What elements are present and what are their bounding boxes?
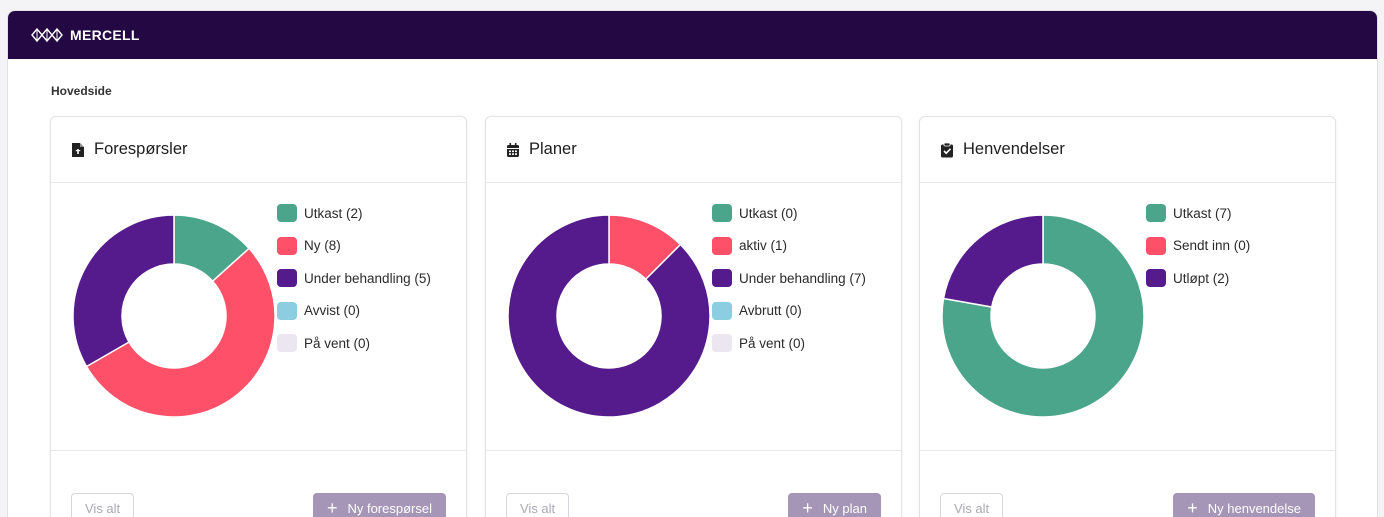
new-request-button[interactable]: + Ny forespørsel (312, 493, 446, 517)
legend-swatch (277, 204, 297, 222)
legend-item[interactable]: Avbrutt (0) (712, 301, 866, 321)
card-title: Planer (529, 140, 577, 158)
file-invoice-icon (72, 142, 84, 157)
legend-item[interactable]: Under behandling (5) (277, 268, 431, 288)
card-henvendelser: Henvendelser Utkast (7) Sendt inn (0) Utlø… (919, 116, 1336, 517)
card-header: Henvendelser (920, 117, 1335, 183)
legend-item[interactable]: Under behandling (7) (712, 268, 866, 288)
legend-swatch (712, 204, 732, 222)
legend-label: Under behandling (5) (304, 270, 431, 286)
card-foresporsler: Forespørsler Utkast (2) Ny (8) Under behan… (50, 116, 467, 517)
legend-swatch (277, 334, 297, 353)
chart-legend: Utkast (0) aktiv (1) Under behandling (7) A… (712, 203, 866, 366)
view-all-button[interactable]: Vis alt (940, 493, 1004, 517)
chart-legend: Utkast (2) Ny (8) Under behandling (5) Avvi… (277, 203, 431, 366)
brand-name[interactable]: MERCELL (70, 27, 140, 43)
legend-label: Utkast (0) (739, 205, 798, 221)
legend-label: Sendt inn (0) (1173, 238, 1251, 254)
legend-label: Utkast (7) (1173, 205, 1232, 221)
plus-icon: + (326, 498, 338, 517)
legend-swatch (277, 301, 297, 320)
legend-label: Ny (8) (304, 238, 341, 254)
legend-label: På vent (0) (739, 335, 806, 351)
card-title: Forespørsler (94, 140, 188, 158)
card-body: Utkast (2) Ny (8) Under behandling (5) Avvi… (51, 183, 466, 451)
legend-swatch (1146, 236, 1166, 255)
clipboard-check-icon (941, 142, 953, 157)
mercell-logo-icon[interactable] (30, 27, 64, 43)
legend-item[interactable]: Utkast (7) (1146, 203, 1250, 223)
app-window: MERCELL Hovedside Forespørsler Utkast (2… (7, 10, 1378, 517)
legend-item[interactable]: Ny (8) (277, 236, 431, 256)
view-all-label: Vis alt (520, 500, 556, 516)
legend-swatch (277, 269, 297, 288)
legend-item[interactable]: Utkast (2) (277, 203, 431, 223)
legend-item[interactable]: aktiv (1) (712, 236, 866, 256)
legend-label: Avvist (0) (304, 303, 361, 319)
legend-label: Under behandling (7) (739, 270, 866, 286)
legend-swatch (712, 301, 732, 320)
new-inquiry-label: Ny henvendelse (1207, 500, 1301, 516)
legend-item[interactable]: Avvist (0) (277, 301, 431, 321)
view-all-label: Vis alt (954, 500, 990, 516)
legend-swatch (1146, 269, 1166, 288)
donut-slice[interactable] (507, 214, 711, 418)
legend-item[interactable]: Sendt inn (0) (1146, 236, 1250, 256)
legend-label: aktiv (1) (739, 238, 788, 254)
donut-slice[interactable] (942, 214, 1044, 308)
legend-label: På vent (0) (304, 335, 371, 351)
card-header: Planer (486, 117, 901, 183)
card-planer: Planer Utkast (0) aktiv (1) Under behandli… (485, 116, 902, 517)
view-all-button[interactable]: Vis alt (71, 493, 135, 517)
card-body: Utkast (0) aktiv (1) Under behandling (7) A… (486, 183, 901, 451)
legend-swatch (712, 334, 732, 353)
new-request-label: Ny forespørsel (347, 500, 432, 516)
card-body: Utkast (7) Sendt inn (0) Utløpt (2) (920, 183, 1335, 451)
view-all-button[interactable]: Vis alt (506, 493, 570, 517)
chart-legend: Utkast (7) Sendt inn (0) Utløpt (2) (1146, 203, 1250, 301)
view-all-label: Vis alt (85, 500, 121, 516)
legend-swatch (712, 236, 732, 255)
donut-chart (941, 214, 1145, 418)
legend-item[interactable]: På vent (0) (712, 333, 866, 353)
donut-chart (72, 214, 276, 418)
new-plan-label: Ny plan (822, 500, 867, 516)
top-navbar: MERCELL (8, 11, 1377, 59)
legend-swatch (712, 269, 732, 288)
plus-icon: + (1187, 498, 1198, 517)
legend-label: Avbrutt (0) (739, 303, 802, 319)
legend-swatch (277, 236, 297, 255)
legend-label: Utkast (2) (304, 205, 363, 221)
new-inquiry-button[interactable]: + Ny henvendelse (1173, 493, 1315, 517)
legend-swatch (1146, 204, 1166, 222)
card-header: Forespørsler (51, 117, 466, 183)
legend-label: Utløpt (2) (1173, 270, 1230, 286)
new-plan-button[interactable]: + Ny plan (788, 493, 881, 517)
legend-item[interactable]: Utkast (0) (712, 203, 866, 223)
card-title: Henvendelser (963, 140, 1065, 158)
calendar-icon (507, 142, 519, 157)
plus-icon: + (802, 498, 813, 517)
legend-item[interactable]: På vent (0) (277, 333, 431, 353)
legend-item[interactable]: Utløpt (2) (1146, 268, 1250, 288)
donut-chart (507, 214, 711, 418)
breadcrumb[interactable]: Hovedside (51, 84, 112, 98)
donut-slice[interactable] (72, 214, 175, 368)
